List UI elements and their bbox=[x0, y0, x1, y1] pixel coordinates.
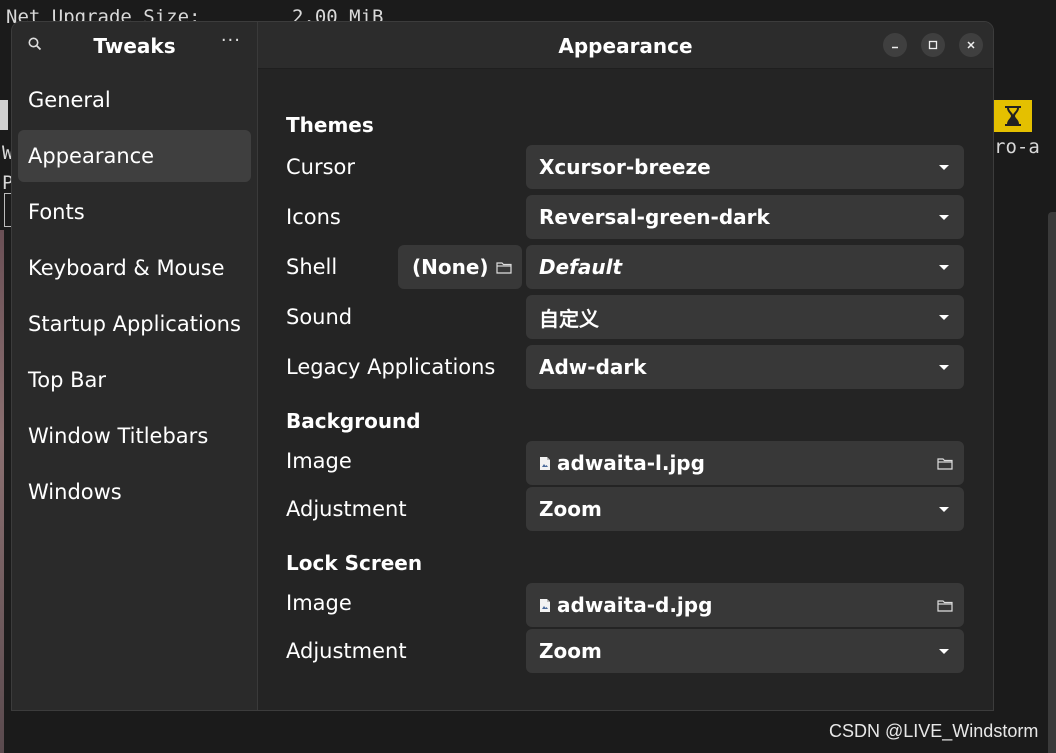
folder-icon bbox=[937, 599, 953, 612]
legacy-applications-value: Adw-dark bbox=[539, 355, 647, 379]
background-image-label: Image bbox=[286, 449, 352, 473]
watermark: CSDN @LIVE_Windstorm bbox=[829, 721, 1039, 741]
terminal-cursor bbox=[0, 100, 8, 130]
lock-adjustment-label: Adjustment bbox=[286, 639, 407, 663]
icons-dropdown[interactable]: Reversal-green-dark bbox=[526, 195, 964, 239]
chevron-down-icon bbox=[939, 364, 949, 370]
cursor-dropdown[interactable]: Xcursor-breeze bbox=[526, 145, 964, 189]
sound-value: 自定义 bbox=[539, 306, 599, 331]
chevron-down-icon bbox=[939, 264, 949, 270]
hourglass-icon bbox=[994, 100, 1032, 132]
image-file-icon bbox=[539, 598, 551, 613]
sidebar-item-fonts[interactable]: Fonts bbox=[18, 186, 251, 238]
background-image-button[interactable]: adwaita-l.jpg bbox=[526, 441, 964, 485]
appearance-panel: Themes Cursor Xcursor-breeze Icons Rever… bbox=[258, 69, 993, 710]
chevron-down-icon bbox=[939, 314, 949, 320]
minimize-button[interactable] bbox=[883, 33, 907, 57]
section-background: Background bbox=[286, 409, 421, 433]
chevron-down-icon bbox=[939, 164, 949, 170]
cursor-label: Cursor bbox=[286, 155, 356, 179]
chevron-down-icon bbox=[939, 214, 949, 220]
sidebar-item-appearance[interactable]: Appearance bbox=[18, 130, 251, 182]
chevron-down-icon bbox=[939, 648, 949, 654]
background-image-value: adwaita-l.jpg bbox=[557, 451, 705, 475]
shell-label: Shell bbox=[286, 255, 338, 279]
legacy-applications-dropdown[interactable]: Adw-dark bbox=[526, 345, 964, 389]
chevron-down-icon bbox=[939, 506, 949, 512]
maximize-button[interactable] bbox=[921, 33, 945, 57]
shell-file-value: (None) bbox=[412, 255, 489, 279]
image-file-icon bbox=[539, 456, 551, 471]
sidebar-item-window-titlebars[interactable]: Window Titlebars bbox=[18, 410, 251, 462]
maximize-icon bbox=[928, 40, 938, 50]
background-adjustment-value: Zoom bbox=[539, 497, 602, 521]
desktop-edge bbox=[0, 230, 4, 753]
sidebar-item-startup-applications[interactable]: Startup Applications bbox=[18, 298, 251, 350]
sidebar-header: Tweaks ··· bbox=[12, 22, 257, 68]
icons-value: Reversal-green-dark bbox=[539, 205, 770, 229]
lock-adjustment-value: Zoom bbox=[539, 639, 602, 663]
background-adjustment-label: Adjustment bbox=[286, 497, 407, 521]
sidebar-list: General Appearance Fonts Keyboard & Mous… bbox=[18, 74, 251, 522]
lock-image-value: adwaita-d.jpg bbox=[557, 593, 713, 617]
sidebar: Tweaks ··· General Appearance Fonts Keyb… bbox=[12, 22, 258, 710]
sidebar-item-windows[interactable]: Windows bbox=[18, 466, 251, 518]
cursor-value: Xcursor-breeze bbox=[539, 155, 711, 179]
close-button[interactable] bbox=[959, 33, 983, 57]
folder-icon bbox=[496, 261, 512, 274]
legacy-applications-label: Legacy Applications bbox=[286, 355, 496, 379]
section-themes: Themes bbox=[286, 113, 374, 137]
terminal-fragment: ro-a bbox=[994, 136, 1040, 158]
shell-file-button[interactable]: (None) bbox=[398, 245, 522, 289]
shell-dropdown[interactable]: Default bbox=[526, 245, 964, 289]
main-header: Appearance bbox=[258, 22, 993, 69]
shell-value: Default bbox=[539, 255, 623, 279]
lock-image-label: Image bbox=[286, 591, 352, 615]
sidebar-item-general[interactable]: General bbox=[18, 74, 251, 126]
sound-label: Sound bbox=[286, 305, 353, 329]
icons-label: Icons bbox=[286, 205, 341, 229]
tweaks-window: Tweaks ··· General Appearance Fonts Keyb… bbox=[11, 21, 994, 711]
section-lock-screen: Lock Screen bbox=[286, 551, 423, 575]
sidebar-item-top-bar[interactable]: Top Bar bbox=[18, 354, 251, 406]
sound-dropdown[interactable]: 自定义 bbox=[526, 295, 964, 339]
close-icon bbox=[967, 41, 975, 49]
folder-icon bbox=[937, 457, 953, 470]
sidebar-item-keyboard-mouse[interactable]: Keyboard & Mouse bbox=[18, 242, 251, 294]
background-adjustment-dropdown[interactable]: Zoom bbox=[526, 487, 964, 531]
menu-icon[interactable]: ··· bbox=[221, 30, 241, 51]
terminal-scrollbar[interactable] bbox=[1048, 212, 1056, 753]
lock-adjustment-dropdown[interactable]: Zoom bbox=[526, 629, 964, 673]
lock-image-button[interactable]: adwaita-d.jpg bbox=[526, 583, 964, 627]
minimize-icon bbox=[892, 46, 898, 49]
